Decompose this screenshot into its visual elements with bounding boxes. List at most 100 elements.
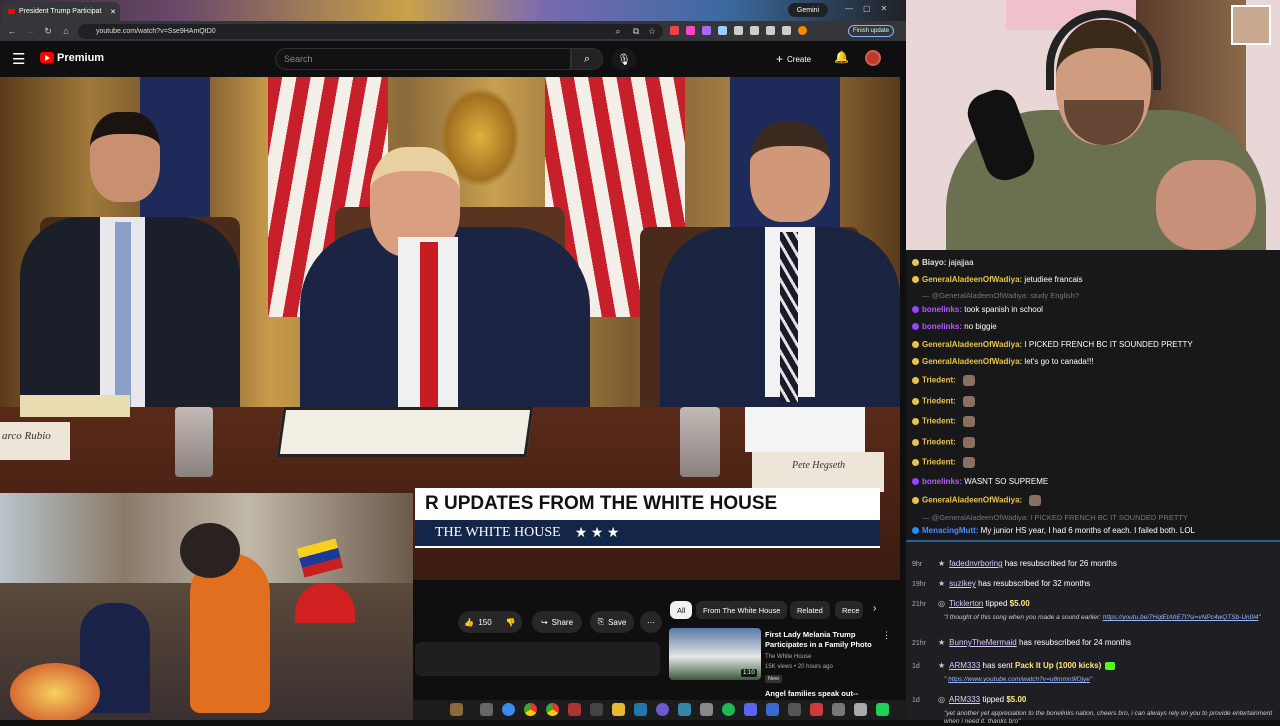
description-box[interactable] bbox=[415, 642, 660, 676]
taskbar-app-icon[interactable] bbox=[832, 703, 845, 716]
chat-username[interactable]: Triedent: bbox=[922, 376, 956, 385]
related-video-menu-icon[interactable]: ⋮ bbox=[882, 630, 891, 641]
tab-close-icon[interactable]: ✕ bbox=[110, 8, 116, 16]
taskbar-app-icon[interactable] bbox=[854, 703, 867, 716]
chat-username[interactable]: bonelinks: bbox=[922, 477, 962, 486]
more-actions-button[interactable]: ⋯ bbox=[640, 611, 662, 633]
event-message-link[interactable]: https://www.youtube.com/watch?v=u8mmn9lO… bbox=[948, 676, 1090, 683]
chat-badge-icon bbox=[912, 276, 919, 284]
chip-related[interactable]: Related bbox=[790, 601, 830, 619]
chat-badge-icon bbox=[912, 459, 919, 466]
event-username[interactable]: ARM333 bbox=[949, 695, 980, 704]
chat-username[interactable]: bonelinks: bbox=[922, 305, 962, 314]
chat-username[interactable]: Biayo: bbox=[922, 258, 946, 267]
related-video-title[interactable]: First Lady Melania Trump Participates in… bbox=[765, 630, 883, 650]
event-username[interactable]: fadednvrboring bbox=[949, 559, 1002, 568]
taskbar-app-icon[interactable] bbox=[788, 703, 801, 716]
youtube-brand[interactable]: Premium bbox=[57, 52, 104, 64]
taskbar-spotify-icon[interactable] bbox=[722, 703, 735, 716]
notifications-bell-icon[interactable]: 🔔 bbox=[834, 50, 849, 64]
taskbar-app-icon[interactable] bbox=[590, 703, 603, 716]
youtube-favicon-icon bbox=[8, 9, 15, 14]
install-icon[interactable]: ⧉ bbox=[630, 25, 642, 37]
save-button[interactable]: ⎘ Save bbox=[590, 611, 634, 633]
search-input[interactable]: Search bbox=[275, 48, 571, 70]
home-icon[interactable]: ⌂ bbox=[60, 25, 72, 37]
taskbar-app-icon[interactable] bbox=[634, 703, 647, 716]
tip-icon: ◎ bbox=[938, 695, 945, 704]
related-video-channel[interactable]: The White House bbox=[765, 654, 811, 660]
open-binder bbox=[276, 407, 534, 457]
taskbar-app-icon[interactable] bbox=[450, 703, 463, 716]
youtube-logo-icon[interactable] bbox=[40, 52, 54, 63]
close-window-icon[interactable]: ✕ bbox=[881, 4, 898, 13]
maximize-icon[interactable]: ▢ bbox=[863, 4, 881, 13]
share-button[interactable]: ↪ Share bbox=[532, 611, 582, 633]
taskbar-app-icon[interactable] bbox=[568, 703, 581, 716]
event-username[interactable]: Ticklerton bbox=[949, 599, 983, 608]
taskbar-chrome-icon[interactable] bbox=[524, 703, 537, 716]
create-button[interactable]: + Create bbox=[776, 49, 824, 69]
chat-username[interactable]: GeneralAladeenOfWadiya: bbox=[922, 496, 1022, 505]
event-message-link[interactable]: https://youtu.be/7HqlEtAhE7I?si=vNPc4wQT… bbox=[1103, 614, 1259, 621]
related-video-next-title[interactable]: Angel families speak out-- bbox=[765, 689, 858, 698]
event-username[interactable]: BunnyTheMermaid bbox=[949, 638, 1017, 647]
chat-username[interactable]: MenacingMutt: bbox=[922, 526, 978, 535]
nameplate-left: arco Rubio bbox=[0, 422, 70, 460]
gemini-button[interactable]: Gemini bbox=[788, 3, 828, 17]
like-button[interactable]: 👍 150 👎 bbox=[458, 611, 522, 633]
event-username[interactable]: suzikey bbox=[949, 579, 976, 588]
chat-message-text bbox=[956, 438, 958, 447]
chip-all[interactable]: All bbox=[670, 601, 693, 619]
taskbar-app-icon[interactable] bbox=[656, 703, 669, 716]
person-center-tie bbox=[420, 242, 438, 417]
taskbar-app-icon[interactable] bbox=[480, 703, 493, 716]
chat-username[interactable]: GeneralAladeenOfWadiya: bbox=[922, 340, 1022, 349]
reload-icon[interactable]: ↻ bbox=[42, 25, 54, 37]
event-text: tipped bbox=[983, 599, 1010, 608]
account-avatar[interactable] bbox=[865, 50, 881, 66]
taskbar-chrome-icon[interactable] bbox=[546, 703, 559, 716]
chat-message: Triedent: bbox=[912, 437, 976, 448]
chip-from-white-house[interactable]: From The White House bbox=[696, 601, 788, 619]
finish-update-button[interactable]: Finish update bbox=[848, 25, 894, 37]
taskbar-app-icon[interactable] bbox=[810, 703, 823, 716]
extension-icons[interactable] bbox=[670, 26, 840, 37]
hamburger-menu-icon[interactable]: ☰ bbox=[12, 50, 25, 68]
chat-username[interactable]: GeneralAladeenOfWadiya: bbox=[922, 275, 1022, 284]
chat-username[interactable]: Triedent: bbox=[922, 458, 956, 467]
event-message: "I thought of this song when you made a … bbox=[944, 614, 1261, 622]
taskbar-folder-icon[interactable] bbox=[612, 703, 625, 716]
zoom-icon[interactable]: ⌕ bbox=[612, 25, 624, 37]
voice-search-button[interactable]: 🎙 bbox=[612, 48, 636, 70]
chip-related-label: Related bbox=[797, 605, 823, 615]
dislike-icon[interactable]: 👎 bbox=[506, 618, 516, 627]
url-field[interactable]: youtube.com/watch?v=Sse9HAmQtD0 bbox=[78, 24, 663, 39]
thumbs-up-icon: 👍 bbox=[464, 617, 475, 627]
taskbar-app-icon[interactable] bbox=[502, 703, 515, 716]
taskbar-app-icon[interactable] bbox=[700, 703, 713, 716]
chat-username[interactable]: bonelinks: bbox=[922, 322, 962, 331]
back-icon[interactable]: ← bbox=[6, 25, 18, 37]
browser-tab-bar bbox=[0, 0, 906, 21]
minimize-icon[interactable]: — bbox=[845, 4, 863, 13]
bookmark-star-icon[interactable]: ☆ bbox=[646, 25, 658, 37]
taskbar-app-icon[interactable] bbox=[766, 703, 779, 716]
chat-username[interactable]: Triedent: bbox=[922, 438, 956, 447]
chat-username[interactable]: Triedent: bbox=[922, 417, 956, 426]
chat-username[interactable]: Triedent: bbox=[922, 397, 956, 406]
chips-next-chevron-icon[interactable]: › bbox=[873, 603, 876, 614]
chip-recent[interactable]: Rece bbox=[835, 601, 863, 619]
microphone-icon: 🎙 bbox=[617, 53, 631, 66]
taskbar-app-icon[interactable] bbox=[744, 703, 757, 716]
search-button[interactable]: ⌕ bbox=[571, 48, 603, 70]
taskbar-app-icon[interactable] bbox=[678, 703, 691, 716]
taskbar-app-icon[interactable] bbox=[876, 703, 889, 716]
event-row: 21hr ◎ Ticklerton tipped $5.00 bbox=[912, 599, 1030, 608]
chat-message-text bbox=[956, 458, 958, 467]
forward-icon[interactable]: → bbox=[24, 25, 36, 37]
event-username[interactable]: ARM333 bbox=[949, 661, 980, 670]
browser-tab-active[interactable]: President Trump Participat ✕ bbox=[2, 2, 120, 21]
search-icon: ⌕ bbox=[583, 52, 591, 65]
chat-username[interactable]: GeneralAladeenOfWadiya: bbox=[922, 357, 1022, 366]
